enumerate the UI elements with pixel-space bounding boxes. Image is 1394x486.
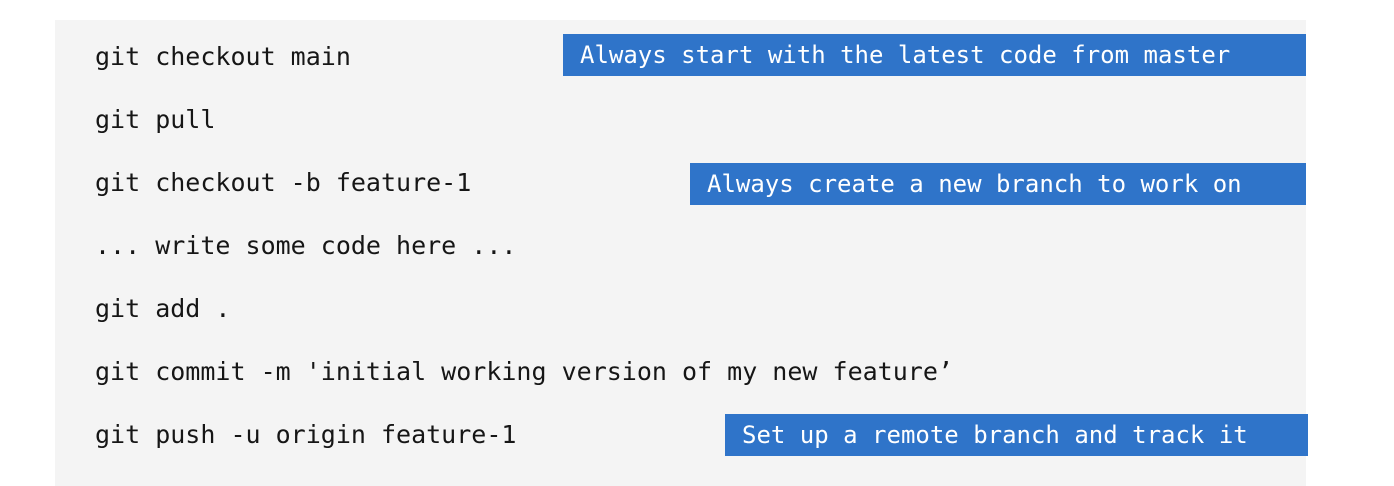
callout-remote-branch: Set up a remote branch and track it bbox=[725, 414, 1308, 456]
code-line-pull: git pull bbox=[95, 105, 216, 134]
code-line-commit: git commit -m 'initial working version o… bbox=[95, 357, 953, 386]
code-line-add: git add . bbox=[95, 294, 231, 323]
callout-new-branch: Always create a new branch to work on bbox=[690, 163, 1306, 205]
callout-latest-code: Always start with the latest code from m… bbox=[563, 34, 1306, 76]
code-line-push: git push -u origin feature-1 bbox=[95, 420, 517, 449]
code-line-checkout-branch: git checkout -b feature-1 bbox=[95, 168, 472, 197]
code-line-write-code: ... write some code here ... bbox=[95, 231, 517, 260]
code-line-checkout-main: git checkout main bbox=[95, 42, 351, 71]
